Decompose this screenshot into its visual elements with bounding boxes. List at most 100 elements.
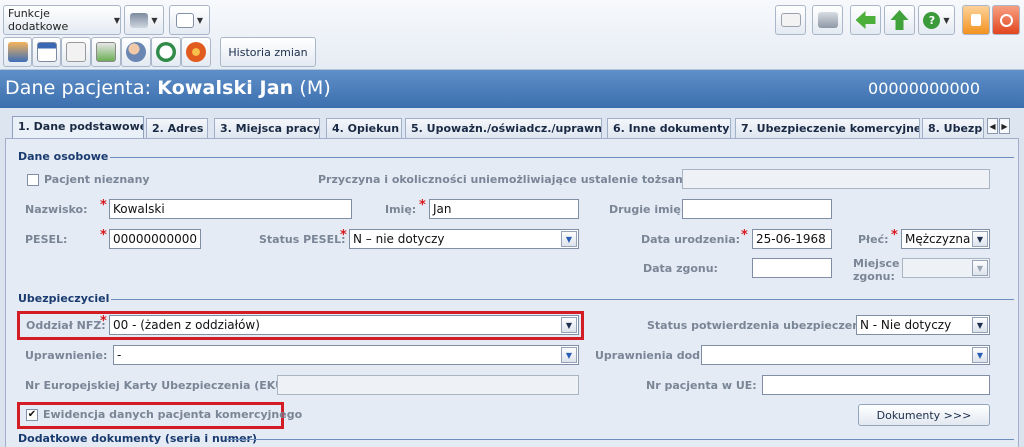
entitlement-select[interactable]: - ▼ (113, 345, 579, 365)
entitlement-label: Uprawnienie: (25, 349, 108, 362)
death-date-input[interactable] (752, 258, 832, 278)
surname-label: Nazwisko: (25, 203, 88, 216)
tab-other-documents[interactable]: 6. Inne dokumenty (607, 118, 731, 138)
chevron-down-icon: ▼ (972, 347, 988, 363)
death-place-select[interactable]: ▼ (902, 258, 990, 278)
clock-button[interactable] (151, 37, 181, 67)
surname-input[interactable]: Kowalski (109, 199, 352, 219)
patient-name: Kowalski Jan (157, 77, 294, 99)
death-place-label-line1: Miejsce (853, 257, 900, 270)
required-marker: * (100, 314, 107, 329)
functions-dropdown-label: Funkcje dodatkowe (8, 7, 69, 33)
history-button-label: Historia zmian (228, 45, 308, 59)
identity-reason-label: Przyczyna i okoliczności uniemożliwiając… (318, 173, 716, 186)
section-divider (111, 299, 1014, 300)
extra-entitlement-label: Uprawnienia dod.: (595, 349, 709, 362)
pesel-status-select[interactable]: N – nie dotyczy ▼ (349, 229, 579, 249)
insurance-confirmation-select[interactable]: N - Nie dotyczy ▼ (856, 315, 990, 335)
tab-authorizations[interactable]: 5. Upoważn./oświadcz./uprawn. (405, 118, 602, 138)
power-button[interactable] (992, 5, 1020, 35)
birth-date-input[interactable]: 25-06-1968 (752, 229, 832, 249)
layout-dropdown-button[interactable]: ▼ (169, 5, 210, 35)
insurance-confirmation-value: N - Nie dotyczy (860, 318, 952, 332)
calendar-button[interactable] (32, 37, 61, 67)
death-date-label: Data zgonu: (643, 262, 718, 275)
chevron-down-icon: ▼ (196, 15, 204, 25)
insurance-confirmation-label: Status potwierdzenia ubezpieczenia: (647, 319, 876, 332)
checkmark-icon: ✔ (27, 409, 37, 420)
sex-value: Mężczyzna (905, 232, 971, 246)
commercial-patient-checkbox[interactable]: ✔ (26, 409, 38, 421)
chevron-down-icon: ▼ (561, 317, 577, 333)
tab-guardian[interactable]: 4. Opiekun (326, 118, 402, 138)
toolbar: Funkcje dodatkowe ▼ ▼ ▼ Historia zmian ?… (0, 0, 1024, 70)
documents-button[interactable] (91, 37, 121, 67)
tab-insurance[interactable]: 8. Ubezpie (922, 118, 984, 138)
patient-header: Dane pacjenta: Kowalski Jan (M) 00000000… (0, 70, 1024, 108)
first-name-input[interactable]: Jan (429, 199, 579, 219)
tab-commercial-insurance[interactable]: 7. Ubezpieczenie komercyjne (735, 118, 920, 138)
mail-icon (780, 13, 801, 27)
functions-dropdown[interactable]: Funkcje dodatkowe ▼ (3, 5, 121, 35)
history-button[interactable]: Historia zmian (220, 37, 316, 67)
required-marker: * (100, 198, 107, 213)
tab-scroll-left[interactable]: ◀ (987, 118, 998, 134)
home-icon (7, 42, 28, 62)
required-marker: * (100, 228, 107, 243)
pesel-input[interactable]: 00000000000 (109, 229, 201, 249)
title-prefix: Dane pacjenta: (5, 77, 152, 99)
back-button[interactable] (850, 5, 881, 35)
pesel-status-label: Status PESEL: (259, 233, 346, 246)
notes-button[interactable] (61, 37, 91, 67)
documents-button-label: Dokumenty >>> (876, 408, 972, 422)
chevron-right-icon: ▶ (1001, 121, 1008, 131)
second-name-input[interactable] (682, 199, 832, 219)
chevron-down-icon: ▼ (972, 317, 988, 333)
documents-button[interactable]: Dokumenty >>> (858, 404, 990, 426)
clock-icon (156, 42, 176, 62)
ekuz-label: Nr Europejskiej Karty Ubezpieczenia (EKU… (25, 379, 302, 392)
help-icon: ? (923, 11, 941, 29)
patient-sex: (M) (299, 77, 331, 99)
lock-icon (971, 14, 981, 26)
section-additional-documents: Dodatkowe dokumenty (seria i numer) (18, 432, 257, 445)
chevron-down-icon: ▼ (943, 15, 950, 25)
ekuz-input[interactable] (277, 375, 579, 395)
print-icon (817, 12, 838, 28)
identity-reason-input[interactable] (682, 169, 990, 189)
chevron-down-icon: ▼ (972, 231, 988, 247)
home-button[interactable] (3, 37, 32, 67)
nfz-branch-select[interactable]: 00 - (żaden z oddziałów) ▼ (109, 315, 579, 335)
chevron-down-icon: ▼ (972, 260, 988, 276)
tab-workplaces[interactable]: 3. Miejsca pracy (214, 118, 320, 138)
page-title: Dane pacjenta: Kowalski Jan (M) (5, 77, 331, 99)
lock-button[interactable] (962, 5, 990, 35)
print-button[interactable] (812, 5, 843, 35)
section-divider (110, 157, 1014, 158)
unknown-patient-checkbox[interactable] (27, 174, 39, 186)
section-insurer: Ubezpieczyciel (18, 292, 110, 305)
extra-entitlement-select[interactable]: ▼ (701, 345, 990, 365)
eu-number-input[interactable] (762, 375, 990, 395)
up-button[interactable] (884, 5, 915, 35)
documents-icon (96, 42, 116, 62)
chevron-left-icon: ◀ (989, 121, 996, 131)
settings-button[interactable] (181, 37, 211, 67)
print-dropdown-button[interactable]: ▼ (124, 5, 164, 35)
sex-select[interactable]: Mężczyzna ▼ (901, 229, 990, 249)
tab-basic-data[interactable]: 1. Dane podstawowe (12, 116, 144, 139)
tab-address[interactable]: 2. Adres (146, 118, 208, 138)
death-place-label-line2: zgonu: (853, 270, 895, 283)
print-icon (130, 12, 149, 28)
mail-button[interactable] (775, 5, 806, 35)
patients-icon (126, 42, 146, 62)
tab-scroll-right[interactable]: ▶ (999, 118, 1010, 134)
help-dropdown-button[interactable]: ? ▼ (918, 5, 955, 35)
second-name-label: Drugie imię: (609, 203, 686, 216)
chevron-down-icon: ▼ (113, 15, 120, 25)
patients-button[interactable] (121, 37, 151, 67)
notes-icon (66, 42, 86, 62)
calendar-icon (36, 42, 57, 62)
required-marker: * (741, 228, 748, 243)
eu-number-label: Nr pacjenta w UE: (646, 379, 757, 392)
